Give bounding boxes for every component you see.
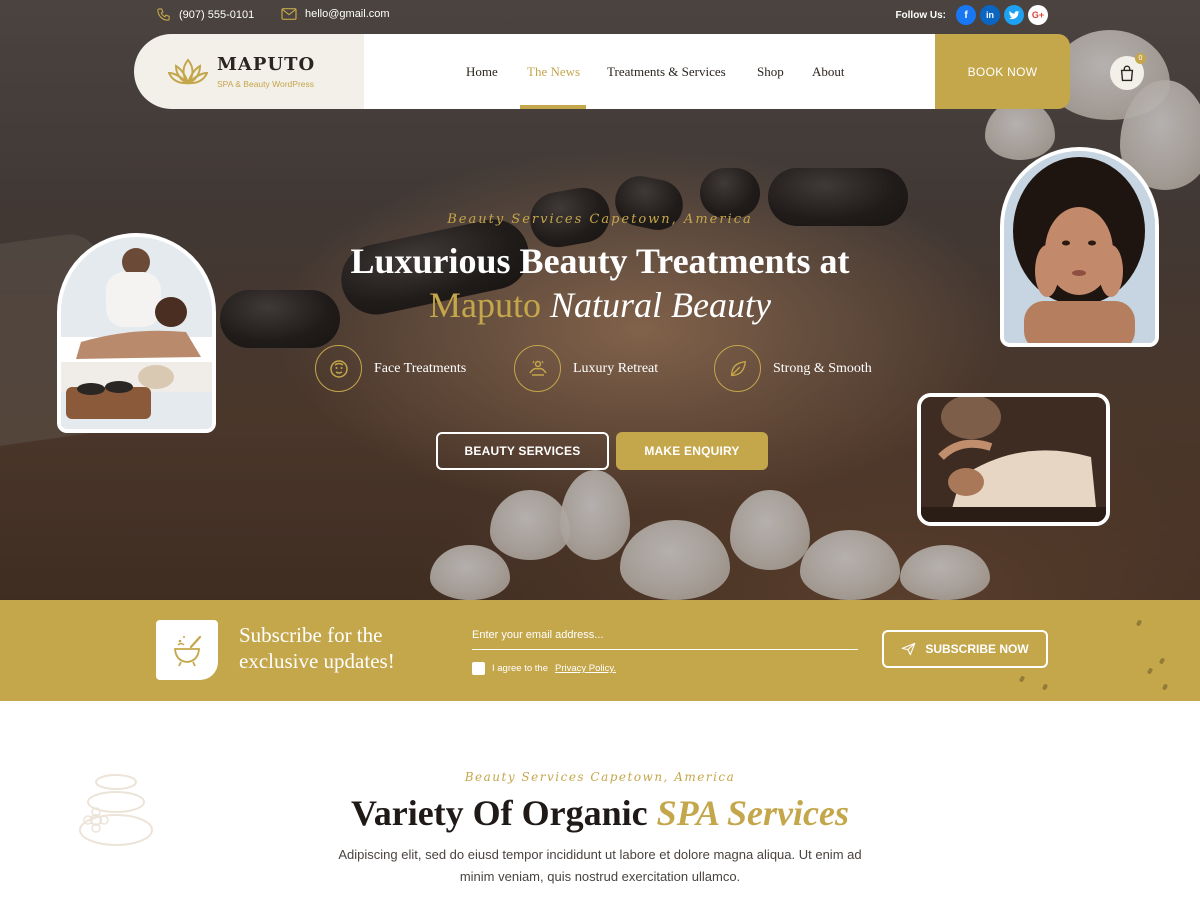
- decor-dot: [1146, 667, 1154, 675]
- follow-us-label: Follow Us:: [895, 9, 946, 21]
- nav-item-shop[interactable]: Shop: [757, 64, 784, 80]
- topbar-phone[interactable]: (907) 555-0101: [156, 7, 254, 22]
- services-description: Adipiscing elit, sed do eiusd tempor inc…: [338, 847, 862, 884]
- hero-eyebrow: Beauty Services Capetown, America: [447, 212, 753, 227]
- mortar-pestle-icon: [156, 620, 218, 680]
- brand-name: MAPUTO: [217, 54, 316, 75]
- brand-tagline: SPA & Beauty WordPress: [217, 79, 315, 89]
- body-treatment-photo: [917, 393, 1110, 526]
- email-input[interactable]: [472, 620, 858, 650]
- decor-dot: [1018, 675, 1026, 683]
- lotus-logo-icon: [168, 58, 208, 85]
- top-bar: (907) 555-0101 hello@gmail.com Follow Us…: [0, 0, 1200, 32]
- subscribe-now-button[interactable]: SUBSCRIBE NOW: [882, 630, 1048, 668]
- hero-title-line2: Maputo Natural Beauty: [0, 284, 1200, 326]
- agree-text: I agree to the: [492, 663, 548, 674]
- hero-title-script: Natural Beauty: [550, 285, 771, 325]
- privacy-agreement: I agree to the Privacy Policy.: [472, 662, 616, 675]
- follow-us: Follow Us: f in G+: [895, 5, 1048, 25]
- main-navigation: MAPUTO SPA & Beauty WordPress Home The N…: [134, 34, 1146, 109]
- topbar-email[interactable]: hello@gmail.com: [281, 7, 390, 21]
- topbar-email-text: hello@gmail.com: [305, 8, 390, 20]
- feature-face-treatments[interactable]: Face Treatments: [315, 345, 466, 392]
- privacy-policy-link[interactable]: Privacy Policy.: [555, 663, 616, 674]
- linkedin-icon[interactable]: in: [980, 5, 1000, 25]
- decor-dot: [1161, 683, 1169, 691]
- feature-strong-smooth[interactable]: Strong & Smooth: [714, 345, 872, 392]
- brand-logo[interactable]: MAPUTO SPA & Beauty WordPress: [134, 34, 364, 109]
- feature-label: Strong & Smooth: [773, 360, 872, 376]
- decor-dot: [1135, 619, 1143, 627]
- send-icon: [902, 642, 916, 656]
- cart-button[interactable]: 0: [1110, 53, 1146, 90]
- facebook-icon[interactable]: f: [956, 5, 976, 25]
- topbar-phone-text: (907) 555-0101: [179, 8, 255, 21]
- services-title-main: Variety Of Organic: [351, 793, 648, 833]
- shopping-bag-icon: [1120, 65, 1134, 81]
- nav-item-the-news[interactable]: The News: [527, 64, 580, 80]
- subscribe-button-label: SUBSCRIBE NOW: [925, 642, 1029, 656]
- nav-active-indicator: [520, 105, 586, 109]
- feature-label: Face Treatments: [374, 360, 467, 376]
- treatment-illustration: [921, 397, 1106, 522]
- services-eyebrow: Beauty Services Capetown, America: [464, 770, 736, 784]
- decor-dot: [1158, 657, 1166, 665]
- face-mask-icon: [315, 345, 362, 392]
- nav-item-home[interactable]: Home: [466, 64, 498, 80]
- subscribe-title: Subscribe for the exclusive updates!: [239, 623, 395, 673]
- decor-dot: [1041, 683, 1049, 691]
- email-icon: [281, 8, 297, 20]
- privacy-checkbox[interactable]: [472, 662, 485, 675]
- nav-item-treatments-services[interactable]: Treatments & Services: [607, 64, 726, 80]
- cart-count-badge: 0: [1135, 53, 1146, 64]
- feature-label: Luxury Retreat: [573, 360, 659, 376]
- google-plus-icon[interactable]: G+: [1028, 5, 1048, 25]
- phone-icon: [157, 8, 170, 21]
- book-now-button[interactable]: BOOK NOW: [935, 34, 1070, 109]
- subscribe-band: Subscribe for the exclusive updates! I a…: [0, 600, 1200, 701]
- leaf-icon: [714, 345, 761, 392]
- beauty-services-button[interactable]: BEAUTY SERVICES: [436, 432, 609, 470]
- massage-hands-icon: [514, 345, 561, 392]
- menu: Home The News Treatments & Services Shop…: [364, 34, 1146, 109]
- feature-luxury-retreat[interactable]: Luxury Retreat: [514, 345, 658, 392]
- services-title-highlight: SPA Services: [656, 793, 849, 833]
- twitter-icon[interactable]: [1004, 5, 1024, 25]
- make-enquiry-button[interactable]: MAKE ENQUIRY: [616, 432, 768, 470]
- hero-title-brand: Maputo: [429, 285, 541, 325]
- hero-section: (907) 555-0101 hello@gmail.com Follow Us…: [0, 0, 1200, 600]
- hero-title-line1: Luxurious Beauty Treatments at: [350, 241, 850, 281]
- nav-item-about[interactable]: About: [812, 64, 845, 80]
- services-title: Variety Of Organic SPA Services: [0, 792, 1200, 834]
